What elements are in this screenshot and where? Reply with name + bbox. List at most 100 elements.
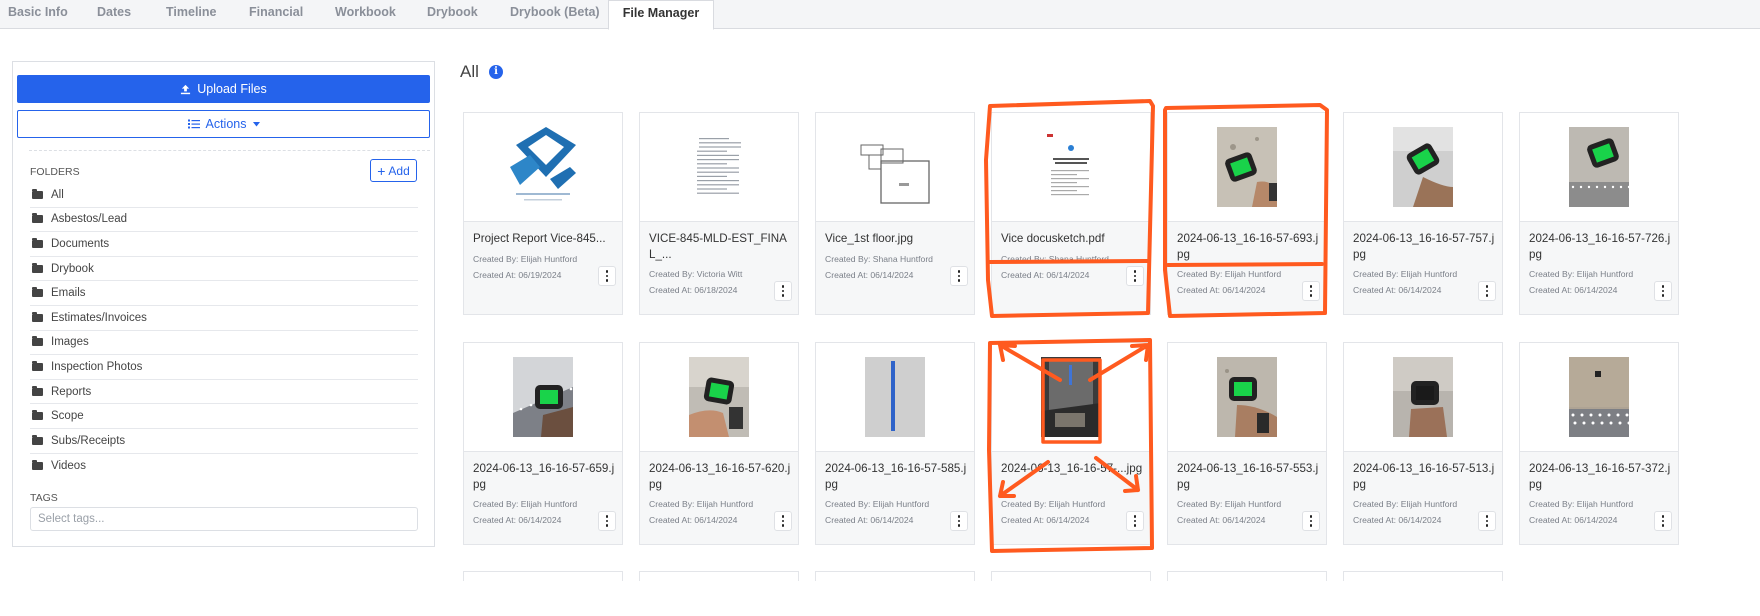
folders-heading: FOLDERS [30, 166, 80, 178]
file-menu-button[interactable] [774, 511, 792, 531]
actions-dropdown-button[interactable]: Actions [17, 110, 430, 138]
folder-item[interactable]: Scope [30, 404, 418, 429]
file-card[interactable]: 2024-06-13_16-16-57-726.jpg Created By: E… [1519, 112, 1679, 315]
file-menu-button[interactable] [1126, 266, 1144, 286]
tab-basic-info[interactable]: Basic Info [8, 0, 68, 29]
file-card[interactable]: 2024-06-13_16-16-57-659.jpg Created By: E… [463, 342, 623, 545]
file-created-at: Created At: 06/14/2024 [1529, 285, 1618, 295]
file-created-by: Created By: Elijah Huntford [825, 499, 930, 509]
file-card-partial [639, 571, 799, 581]
file-created-by: Created By: Elijah Huntford [1001, 499, 1106, 509]
folder-item[interactable]: Asbestos/Lead [30, 208, 418, 233]
add-folder-button[interactable]: + Add [370, 159, 417, 182]
folder-label: Documents [51, 237, 110, 250]
file-card-partial [1343, 571, 1503, 581]
file-menu-button[interactable] [1654, 281, 1672, 301]
file-card[interactable]: 2024-06-13_16-16-57-757.jpg Created By: E… [1343, 112, 1503, 315]
folder-icon [32, 459, 43, 470]
file-card[interactable]: 2024-06-13_16-16-57-585.jpg Created By: E… [815, 342, 975, 545]
file-card[interactable]: 2024-06-13_16-16-57-553.jpg Created By: E… [1167, 342, 1327, 545]
file-thumbnail[interactable] [1344, 343, 1502, 452]
folder-item[interactable]: Inspection Photos [30, 355, 418, 380]
file-name: 2024-06-13_16-16-57-659.jpg [473, 462, 615, 491]
file-card[interactable]: 2024-06-13_16-16-57-693.jpg Created By: E… [1167, 112, 1327, 315]
folder-item[interactable]: All [30, 183, 418, 208]
file-thumbnail[interactable] [992, 113, 1150, 222]
file-menu-button[interactable] [950, 511, 968, 531]
file-thumbnail[interactable] [1344, 113, 1502, 222]
file-card[interactable]: Vice docusketch.pdf Created By: Shana Hun… [991, 112, 1151, 315]
tab-financial[interactable]: Financial [249, 0, 303, 29]
file-thumbnail[interactable] [464, 343, 622, 452]
folder-item[interactable]: Images [30, 331, 418, 356]
file-created-by: Created By: Shana Huntford [1001, 254, 1109, 264]
file-menu-button[interactable] [1302, 281, 1320, 301]
file-thumbnail[interactable] [640, 343, 798, 452]
file-menu-button[interactable] [774, 281, 792, 301]
file-created-by: Created By: Elijah Huntford [649, 499, 754, 509]
folder-item[interactable]: Reports [30, 380, 418, 405]
info-icon[interactable]: i [489, 65, 503, 79]
file-created-by: Created By: Elijah Huntford [1529, 269, 1634, 279]
file-created-at: Created At: 06/14/2024 [1353, 515, 1442, 525]
folder-label: Drybook [51, 262, 94, 275]
folder-label: Subs/Receipts [51, 434, 126, 447]
file-name: 2024-06-13_16-16-57-513.jpg [1353, 462, 1495, 491]
upload-files-button[interactable]: Upload Files [17, 75, 430, 103]
file-menu-button[interactable] [598, 511, 616, 531]
tab-drybook-beta[interactable]: Drybook (Beta) [510, 0, 600, 29]
folder-icon [32, 188, 43, 199]
file-card[interactable]: 2024-06-13_16-16-57-372.jpg Created By: E… [1519, 342, 1679, 545]
file-thumbnail[interactable] [816, 343, 974, 452]
folder-item[interactable]: Documents [30, 232, 418, 257]
folder-item[interactable]: Emails [30, 281, 418, 306]
folder-icon [32, 336, 43, 347]
file-thumbnail[interactable] [1168, 113, 1326, 222]
tab-file-manager[interactable]: File Manager [608, 0, 714, 30]
file-card[interactable]: 2024-06-13_16-16-57-513.jpg Created By: E… [1343, 342, 1503, 545]
tab-workbook[interactable]: Workbook [335, 0, 396, 29]
file-name: 2024-06-13_16-16-57-...jpg [1001, 462, 1143, 475]
file-menu-button[interactable] [1126, 511, 1144, 531]
file-created-by: Created By: Elijah Huntford [473, 499, 578, 509]
file-menu-button[interactable] [1654, 511, 1672, 531]
file-thumbnail[interactable] [992, 343, 1150, 452]
file-thumbnail[interactable] [1520, 343, 1678, 452]
file-created-at: Created At: 06/19/2024 [473, 270, 562, 280]
file-name: 2024-06-13_16-16-57-620.jpg [649, 462, 791, 491]
file-created-at: Created At: 06/14/2024 [1177, 285, 1266, 295]
file-thumbnail[interactable] [816, 113, 974, 222]
file-card[interactable]: 2024-06-13_16-16-57-...jpg Created By: El… [991, 342, 1151, 545]
folder-item[interactable]: Estimates/Invoices [30, 306, 418, 331]
file-menu-button[interactable] [1478, 511, 1496, 531]
file-menu-button[interactable] [1302, 511, 1320, 531]
page-title: All [460, 62, 479, 81]
file-menu-button[interactable] [950, 266, 968, 286]
file-thumbnail[interactable] [1168, 343, 1326, 452]
folder-label: All [51, 188, 64, 201]
file-created-by: Created By: Elijah Huntford [1353, 269, 1458, 279]
scrollbar[interactable] [1748, 29, 1760, 616]
file-card[interactable]: Project Report Vice-845... Created By: El… [463, 112, 623, 315]
tags-select-input[interactable] [30, 507, 418, 531]
folder-item[interactable]: Drybook [30, 257, 418, 282]
folder-item[interactable]: Videos [30, 454, 418, 479]
tab-timeline[interactable]: Timeline [166, 0, 216, 29]
file-menu-button[interactable] [1478, 281, 1496, 301]
folder-label: Reports [51, 385, 92, 398]
file-thumbnail[interactable] [1520, 113, 1678, 222]
folder-label: Asbestos/Lead [51, 213, 128, 226]
file-created-by: Created By: Elijah Huntford [1177, 269, 1282, 279]
file-name: 2024-06-13_16-16-57-553.jpg [1177, 462, 1319, 491]
file-menu-button[interactable] [598, 266, 616, 286]
file-card[interactable]: VICE-845-MLD-EST_FINAL_... Created By: Vi… [639, 112, 799, 315]
file-thumbnail[interactable] [640, 113, 798, 222]
folder-icon [32, 213, 43, 224]
tab-drybook[interactable]: Drybook [427, 0, 478, 29]
file-thumbnail[interactable] [464, 113, 622, 222]
file-card[interactable]: Vice_1st floor.jpg Created By: Shana Hunt… [815, 112, 975, 315]
file-created-at: Created At: 06/14/2024 [1001, 270, 1090, 280]
folder-item[interactable]: Subs/Receipts [30, 429, 418, 454]
file-card[interactable]: 2024-06-13_16-16-57-620.jpg Created By: E… [639, 342, 799, 545]
tab-dates[interactable]: Dates [97, 0, 131, 29]
